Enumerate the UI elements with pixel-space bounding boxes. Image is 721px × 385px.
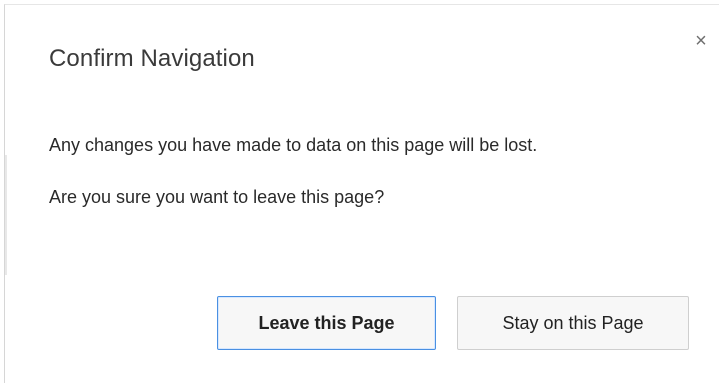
leave-page-button[interactable]: Leave this Page [217,296,436,350]
viewport: Confirm Navigation × Any changes you hav… [0,0,721,385]
message-line-2: Are you sure you want to leave this page… [49,187,385,207]
dialog-message: Any changes you have made to data on thi… [49,133,689,209]
message-line-1: Any changes you have made to data on thi… [49,135,538,155]
confirm-navigation-dialog: Confirm Navigation × Any changes you hav… [4,4,719,383]
dialog-title: Confirm Navigation [49,45,255,72]
stay-on-page-button[interactable]: Stay on this Page [457,296,689,350]
window-edge-divider [5,155,7,275]
close-icon[interactable]: × [689,29,713,53]
